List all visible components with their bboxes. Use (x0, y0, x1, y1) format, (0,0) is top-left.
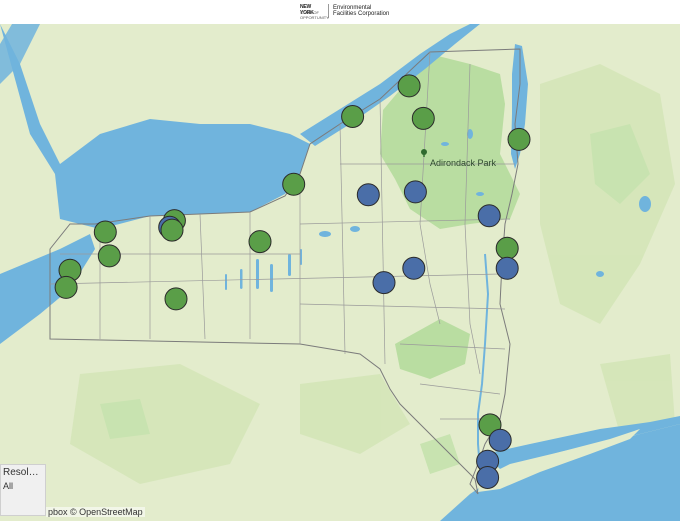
resolution-value[interactable]: All (3, 481, 43, 491)
map-attribution[interactable]: pbox © OpenStreetMap (46, 507, 145, 517)
map-marker-blue[interactable] (372, 271, 396, 295)
map-marker-green[interactable] (93, 220, 117, 244)
map-marker-green[interactable] (97, 244, 121, 268)
header-bar: NEW YORK STATE OF OPPORTUNITY. Environme… (0, 0, 680, 25)
map-marker-blue[interactable] (403, 180, 427, 204)
map-marker-green[interactable] (397, 74, 421, 98)
logo-org-name: Environmental Facilities Corporation (333, 5, 389, 18)
park-label: Adirondack Park (430, 158, 497, 168)
map-marker-green[interactable] (248, 230, 272, 254)
map-marker-green[interactable] (341, 105, 365, 128)
ny-state-logo: NEW YORK STATE OF OPPORTUNITY. (300, 4, 329, 20)
map-marker-blue[interactable] (488, 428, 512, 452)
map-marker-green[interactable] (411, 106, 435, 130)
map-marker-green[interactable] (495, 236, 519, 260)
map-marker-blue[interactable] (477, 204, 501, 228)
map-marker-green[interactable] (282, 172, 306, 196)
map-marker-green[interactable] (160, 218, 184, 242)
map-canvas[interactable]: Adirondack Park (0, 24, 680, 521)
map-marker-blue[interactable] (495, 256, 519, 280)
resolution-filter[interactable]: Resolutio... All (0, 464, 46, 516)
map-marker-blue[interactable] (476, 466, 500, 489)
map-view[interactable]: Adirondack Park (0, 24, 680, 521)
map-marker-green[interactable] (164, 287, 188, 311)
efc-logo: NEW YORK STATE OF OPPORTUNITY. Environme… (300, 4, 389, 20)
map-marker-green[interactable] (507, 127, 531, 151)
map-marker-green[interactable] (54, 275, 78, 299)
logo-state-sub: STATE OF OPPORTUNITY. (300, 10, 330, 20)
logo-org-line2: Facilities Corporation (333, 11, 390, 17)
resolution-label: Resolutio... (3, 467, 43, 478)
map-marker-blue[interactable] (356, 183, 380, 207)
map-marker-blue[interactable] (402, 256, 426, 280)
